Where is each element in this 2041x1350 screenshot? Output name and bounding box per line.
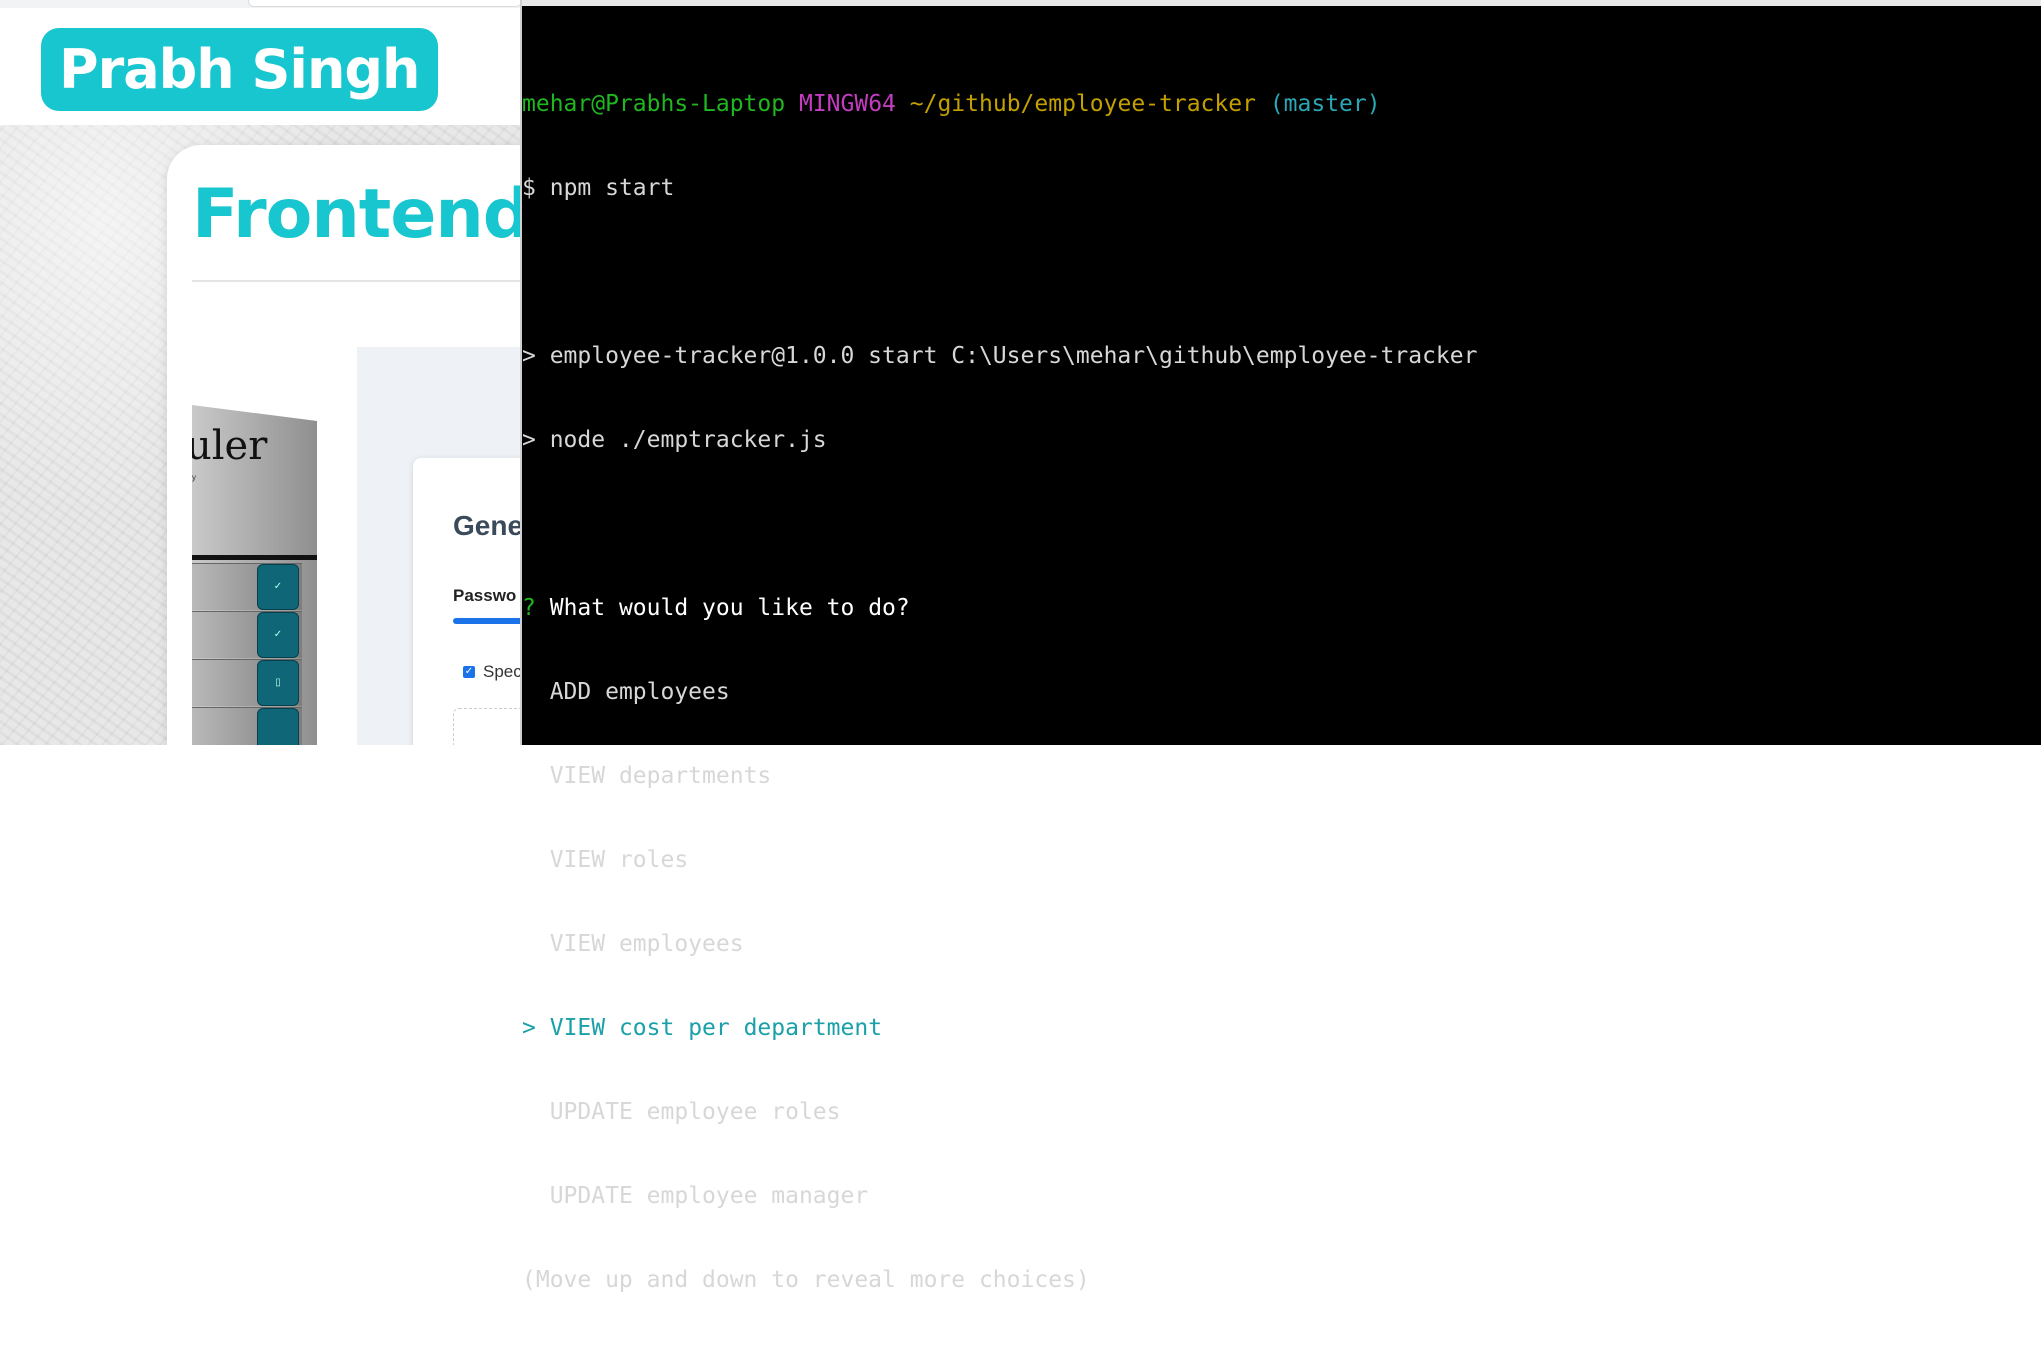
password-length-label: Passwo [453, 586, 517, 605]
command-line: $ npm start [522, 174, 2022, 202]
choice-label: UPDATE employee roles [549, 1099, 841, 1125]
selection-pointer-icon: > [522, 1015, 536, 1041]
prompt-shell: MINGW64 [798, 91, 896, 117]
choice-label: VIEW departments [549, 763, 772, 789]
prompt-path: ~/github/employee-tracker [909, 91, 1256, 117]
choice-label: VIEW employees [549, 931, 744, 957]
password-output-box [453, 708, 520, 745]
terminal-output: mehar@Prabhs-Laptop MINGW64 ~/github/emp… [522, 34, 2022, 1350]
output-line: > node ./emptracker.js [522, 427, 827, 453]
scheduler-row [192, 707, 302, 745]
choice-view-employees[interactable]: VIEW employees [522, 930, 2022, 958]
choice-label: VIEW roles [549, 847, 689, 873]
portfolio-section-card: Frontend uler y ✓ ✓ ▯ Gene Passwo ✓ Spec [167, 145, 520, 745]
lock-icon: ▯ [257, 660, 299, 706]
save-icon [257, 708, 299, 745]
command-symbol: $ [522, 175, 536, 201]
question-line: ? What would you like to do? [522, 594, 2022, 622]
special-chars-label: Spec [483, 662, 520, 681]
scheduler-subtitle: y [192, 473, 196, 482]
choice-add-employees[interactable]: ADD employees [522, 678, 2022, 706]
scheduler-row: ▯ [192, 659, 302, 706]
section-divider [192, 280, 520, 282]
address-bar[interactable] [248, 0, 520, 7]
prompt-line: mehar@Prabhs-Laptop MINGW64 ~/github/emp… [522, 90, 2022, 118]
prompt-branch: (master) [1269, 91, 1381, 117]
site-header: Prabh Singh [0, 8, 520, 125]
special-chars-checkbox[interactable]: ✓ [463, 666, 475, 678]
password-card-title: Gene [453, 510, 520, 541]
prompt-user-host: mehar@Prabhs-Laptop [522, 91, 786, 117]
password-generator-thumbnail[interactable]: Gene Passwo ✓ Spec [413, 458, 520, 745]
choice-label: ADD employees [549, 679, 730, 705]
choice-view-roles[interactable]: VIEW roles [522, 846, 2022, 874]
scheduler-title: uler [192, 423, 268, 469]
navigation-hint: (Move up and down to reveal more choices… [522, 1267, 1090, 1293]
terminal-window[interactable]: mehar@Prabhs-Laptop MINGW64 ~/github/emp… [520, 0, 2041, 1293]
choice-view-cost-per-department[interactable]: > VIEW cost per department [522, 1014, 2022, 1042]
section-title: Frontend [192, 175, 520, 254]
scheduler-row: ✓ [192, 611, 302, 658]
password-length-slider[interactable] [453, 618, 520, 624]
command-text: npm start [549, 175, 675, 201]
scheduler-row: ✓ [192, 563, 302, 610]
save-icon: ✓ [257, 612, 299, 658]
choice-view-departments[interactable]: VIEW departments [522, 762, 2022, 790]
choice-update-employee-manager[interactable]: UPDATE employee manager [522, 1182, 2022, 1210]
scheduler-divider [192, 555, 317, 560]
question-mark-icon: ? [522, 595, 536, 621]
question-text: What would you like to do? [549, 595, 910, 621]
terminal-title-bar [522, 0, 2041, 6]
portfolio-page: Prabh Singh Frontend uler y ✓ ✓ ▯ Gene P… [0, 0, 520, 745]
choice-update-employee-roles[interactable]: UPDATE employee roles [522, 1098, 2022, 1126]
scheduler-project-thumbnail[interactable]: uler y ✓ ✓ ▯ [192, 405, 317, 745]
choice-label: UPDATE employee manager [549, 1183, 869, 1209]
save-icon: ✓ [257, 564, 299, 610]
choice-label: VIEW cost per department [549, 1015, 883, 1041]
output-line: > employee-tracker@1.0.0 start C:\Users\… [522, 343, 1478, 369]
brand-logo[interactable]: Prabh Singh [41, 28, 438, 111]
